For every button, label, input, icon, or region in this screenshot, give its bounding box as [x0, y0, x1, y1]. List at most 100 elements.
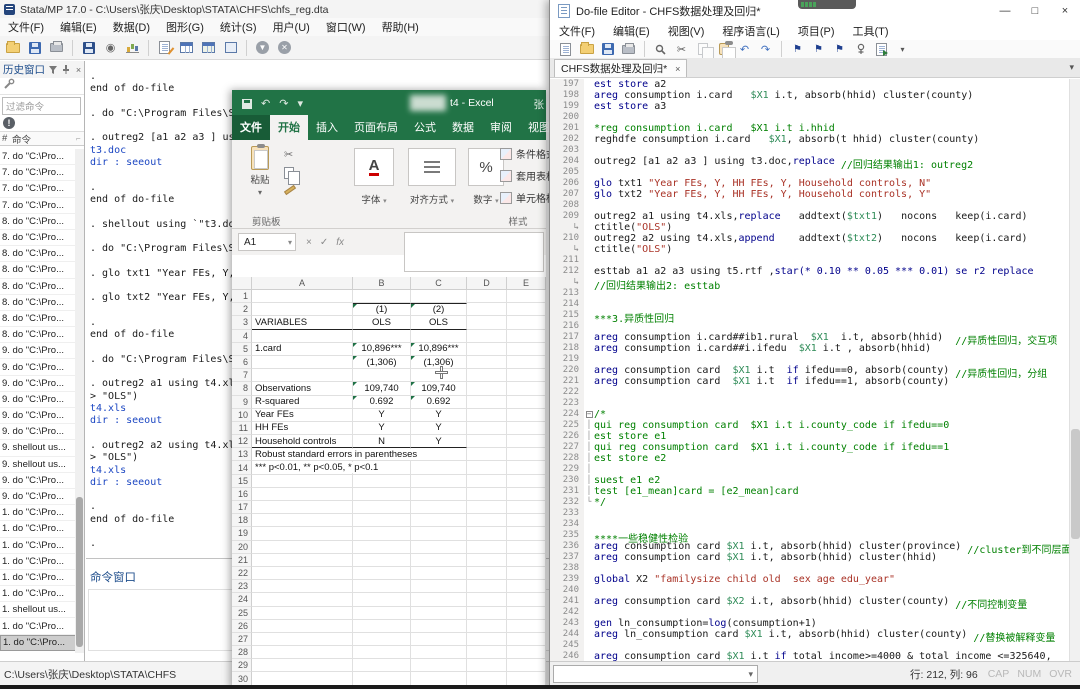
code-line[interactable]: 228│est store e2 — [550, 453, 1069, 464]
code-line[interactable]: 241areg consumption card $X2 i.t, absorb… — [550, 596, 1069, 607]
cell-E28[interactable] — [507, 646, 546, 659]
cell-E19[interactable] — [507, 527, 546, 540]
cell-A11[interactable]: HH FEs — [252, 422, 353, 435]
cell-B17[interactable] — [353, 501, 411, 514]
cell-A1[interactable] — [252, 290, 353, 303]
paste-icon[interactable] — [716, 42, 731, 56]
cell-B10[interactable]: Y — [353, 409, 411, 422]
cell-C2[interactable]: (2) — [411, 303, 467, 316]
cell-D19[interactable] — [467, 527, 507, 540]
column-header-C[interactable]: C — [411, 277, 467, 290]
row-header-12[interactable]: 12 — [232, 435, 252, 448]
cell-B9[interactable]: 0.692 — [353, 396, 411, 409]
cell-D22[interactable] — [467, 567, 507, 580]
navigation-combobox[interactable]: ▾ — [553, 665, 758, 683]
editor-menu-item[interactable]: 项目(P) — [789, 23, 844, 39]
editor-menu-item[interactable]: 文件(F) — [550, 23, 604, 39]
cell-C27[interactable] — [411, 633, 467, 646]
cell-B2[interactable]: (1) — [353, 303, 411, 316]
row-header-2[interactable]: 2 — [232, 303, 252, 316]
cell-D13[interactable] — [467, 448, 507, 461]
cell-B18[interactable] — [353, 514, 411, 527]
column-header-E[interactable]: E — [507, 277, 546, 290]
cancel-icon[interactable]: × — [306, 237, 312, 248]
cell-C19[interactable] — [411, 527, 467, 540]
row-header-20[interactable]: 20 — [232, 541, 252, 554]
cell-B29[interactable] — [353, 659, 411, 672]
excel-redo-icon[interactable]: ↷ — [279, 97, 288, 110]
cell-A24[interactable] — [252, 593, 353, 606]
history-row[interactable]: 9. do "C:\Pro... — [0, 489, 76, 505]
history-row[interactable]: 1. do "C:\Pro... — [0, 570, 76, 586]
row-header-26[interactable]: 26 — [232, 620, 252, 633]
cell-D6[interactable] — [467, 356, 507, 369]
table-alt-icon[interactable] — [200, 40, 217, 56]
results-link[interactable]: t4.xls — [90, 403, 126, 414]
cell-B27[interactable] — [353, 633, 411, 646]
open-icon[interactable] — [579, 42, 594, 56]
cell-A23[interactable] — [252, 580, 353, 593]
history-row[interactable]: 9. do "C:\Pro... — [0, 343, 76, 359]
cell-A21[interactable] — [252, 554, 353, 567]
cell-B12[interactable]: N — [353, 435, 411, 448]
code-line[interactable]: 219 — [550, 354, 1069, 365]
cell-D28[interactable] — [467, 646, 507, 659]
code-line[interactable]: 220areg consumption card $X1 i.t if ifed… — [550, 365, 1069, 376]
code-line[interactable]: 225│qui reg consumption card $X1 i.t i.c… — [550, 420, 1069, 431]
cell-B22[interactable] — [353, 567, 411, 580]
cell-C5[interactable]: 10,896*** — [411, 343, 467, 356]
cell-E4[interactable] — [507, 330, 546, 343]
fold-collapse-icon[interactable]: − — [586, 411, 593, 418]
cell-D2[interactable] — [467, 303, 507, 316]
cell-E9[interactable] — [507, 396, 546, 409]
excel-tab-数据[interactable]: 数据 — [444, 115, 482, 140]
cell-E25[interactable] — [507, 607, 546, 620]
code-line[interactable]: 199est store a3 — [550, 101, 1069, 112]
history-row[interactable]: 9. do "C:\Pro... — [0, 376, 76, 392]
cell-B26[interactable] — [353, 620, 411, 633]
cell-E8[interactable] — [507, 382, 546, 395]
cell-D7[interactable] — [467, 369, 507, 382]
row-header-17[interactable]: 17 — [232, 501, 252, 514]
toolbar-more-icon[interactable]: ▾ — [895, 42, 910, 56]
cell-E29[interactable] — [507, 659, 546, 672]
copy-icon[interactable] — [284, 167, 294, 179]
find-icon[interactable] — [653, 42, 668, 56]
print-icon[interactable] — [48, 40, 65, 56]
cell-A29[interactable] — [252, 659, 353, 672]
cell-B19[interactable] — [353, 527, 411, 540]
column-header-D[interactable]: D — [467, 277, 507, 290]
cell-A17[interactable] — [252, 501, 353, 514]
history-row[interactable]: 8. do "C:\Pro... — [0, 295, 76, 311]
history-row[interactable]: 1. do "C:\Pro... — [0, 618, 76, 634]
row-header-5[interactable]: 5 — [232, 343, 252, 356]
code-line[interactable]: 205 — [550, 167, 1069, 178]
filter-funnel-icon[interactable] — [47, 64, 58, 75]
cell-A8[interactable]: Observations — [252, 382, 353, 395]
row-header-28[interactable]: 28 — [232, 646, 252, 659]
cell-C16[interactable] — [411, 488, 467, 501]
code-line[interactable]: 244areg ln_consumption card $X1 i.t, abs… — [550, 629, 1069, 640]
cell-A5[interactable]: 1.card — [252, 343, 353, 356]
stata-menu-item[interactable]: 用户(U) — [265, 19, 318, 35]
stata-menu-item[interactable]: 文件(F) — [0, 19, 52, 35]
cell-A2[interactable] — [252, 303, 353, 316]
cell-B25[interactable] — [353, 607, 411, 620]
cell-A12[interactable]: Household controls — [252, 435, 353, 448]
code-line[interactable]: 209outreg2 a1 using t4.xls,replace addte… — [550, 211, 1069, 222]
cell-A22[interactable] — [252, 567, 353, 580]
cell-E24[interactable] — [507, 593, 546, 606]
editor-menu-item[interactable]: 工具(T) — [844, 23, 898, 39]
cell-C14[interactable] — [411, 461, 467, 474]
cell-E13[interactable] — [507, 448, 546, 461]
row-header-4[interactable]: 4 — [232, 330, 252, 343]
results-link[interactable]: dir : seeout — [90, 157, 162, 168]
cell-E11[interactable] — [507, 422, 546, 435]
new-dofile-icon[interactable] — [156, 40, 173, 56]
results-link[interactable]: t3.doc — [90, 145, 126, 156]
results-link[interactable]: dir : seeout — [90, 415, 162, 426]
cell-D24[interactable] — [467, 593, 507, 606]
stata-menu-item[interactable]: 编辑(E) — [52, 19, 105, 35]
row-header-21[interactable]: 21 — [232, 554, 252, 567]
code-line[interactable]: 238 — [550, 563, 1069, 574]
